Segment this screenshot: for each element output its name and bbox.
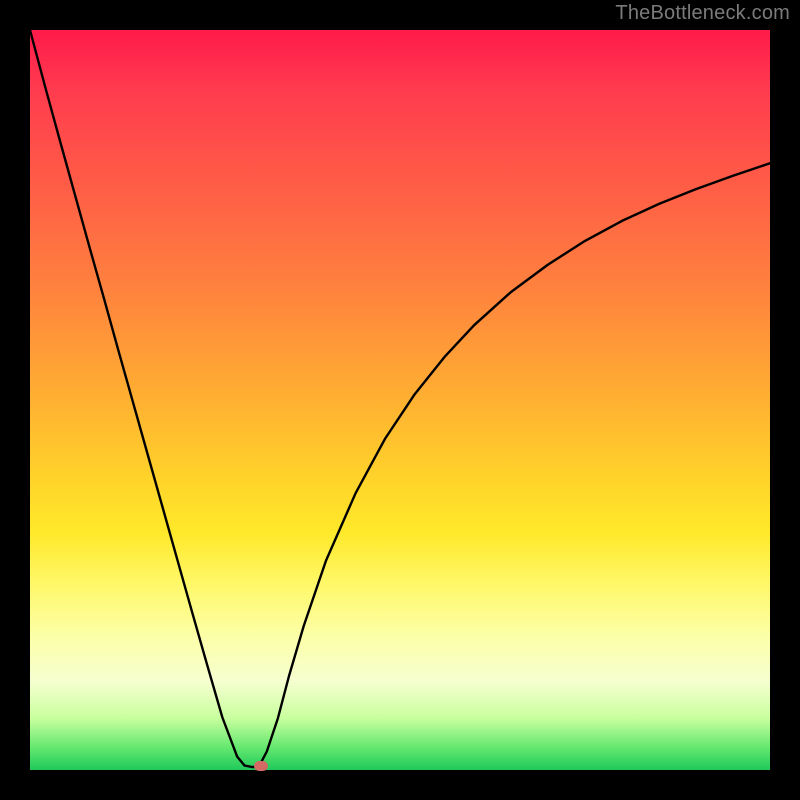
optimum-marker	[254, 761, 268, 771]
bottleneck-curve	[30, 30, 770, 767]
plot-area	[30, 30, 770, 770]
chart-frame: TheBottleneck.com	[0, 0, 800, 800]
curve-svg	[30, 30, 770, 770]
watermark-text: TheBottleneck.com	[615, 2, 790, 25]
